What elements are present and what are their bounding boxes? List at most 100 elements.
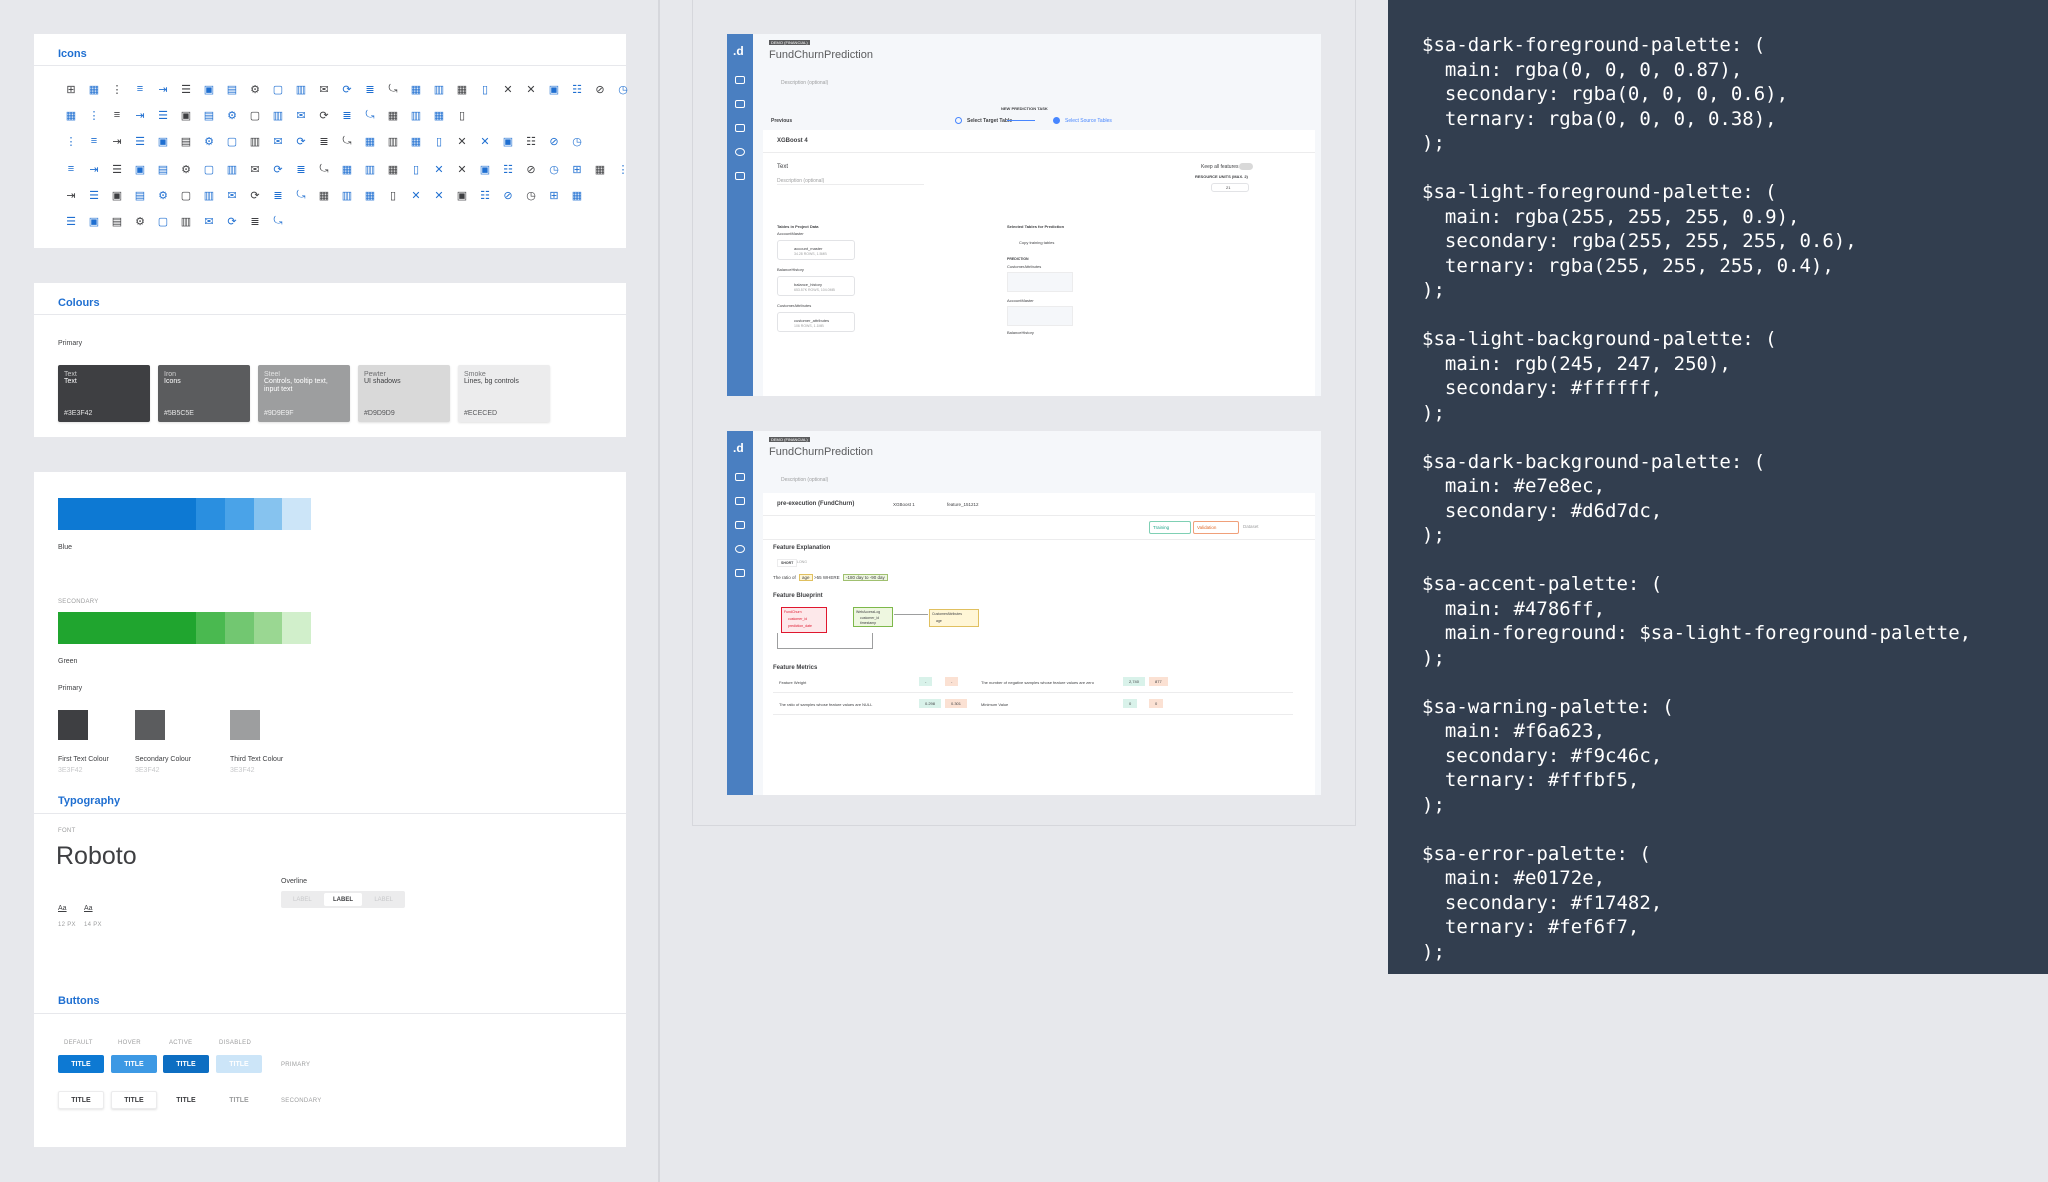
copy-training-link[interactable]: Copy training tables	[1019, 240, 1054, 245]
text-colour-row: First Text Colour 3E3F42 Secondary Colour 3…	[58, 710, 358, 774]
grid-icon: ▦	[88, 83, 100, 96]
caret-left-icon: ☰	[135, 135, 145, 148]
swatch-name: Steel	[264, 371, 280, 378]
selected-tables-title: Selected Tables for Prediction	[1007, 224, 1065, 229]
blueprint-node-1[interactable]: FundChurn customer_id prediction_date	[781, 607, 827, 633]
doc-icon: ✕	[480, 135, 490, 148]
table-blue-icon: ⊘	[503, 189, 513, 202]
doc-text-icon: ☷	[526, 135, 536, 148]
validation-tag[interactable]: Validation	[1193, 521, 1239, 534]
table-icon: ◷	[572, 135, 582, 148]
drop-zone-2[interactable]	[1007, 306, 1073, 326]
ring-icon: ▤	[134, 189, 146, 202]
sort-icon: ▥	[249, 135, 261, 148]
overline-tab-1[interactable]: LABEL	[283, 893, 322, 906]
where-text: >55 WHERE	[814, 575, 840, 580]
text-colour-square	[230, 710, 260, 740]
keep-all-toggle[interactable]	[1239, 163, 1253, 170]
folder-icon[interactable]	[735, 76, 745, 84]
dataset-label[interactable]: Dataset	[1243, 524, 1259, 529]
secondary-button-default[interactable]: TITLE	[58, 1091, 104, 1109]
blueprint-node-3[interactable]: CustomerAttributes age	[929, 609, 979, 627]
state-active: ACTIVE	[169, 1040, 193, 1046]
swatch-hex: #3E3F42	[64, 410, 93, 417]
blueprint-connector	[894, 614, 928, 615]
metric-train: 0.298	[919, 699, 942, 708]
palette-shade	[196, 612, 226, 644]
user-icon[interactable]	[735, 148, 745, 156]
table-card-1[interactable]: account_master 34.28 ROWS, 1.5MB	[777, 240, 855, 260]
primary-label: PRIMARY	[281, 1062, 311, 1068]
icons-card: Icons ⊞ ▦ ⋮ ≡ ⇥ ☰ ▣ ▤ ⚙ ▢ ▥ ✉ ⟳ ≣ ⤿ ▦ ▥ ▦ ▯ ✕ ✕ ▣ ☷ ⊘ ◷ ▦ ⋮ ≡ ⇥ ☰ ▣ ▤ ⚙ ▢…	[34, 34, 629, 248]
database-icon[interactable]	[735, 124, 745, 132]
user-settings-icon: ▢	[157, 215, 169, 228]
calendar-icon: ⟳	[319, 109, 329, 122]
green-palette-bar	[58, 612, 311, 644]
bar-chart-2-icon: ▢	[203, 163, 215, 176]
breadcrumb-1[interactable]: pre-execution (FundChurn)	[777, 501, 854, 507]
table-card-3[interactable]: customer_attributes 106 ROWS, 1.1MB	[777, 312, 855, 332]
feature-metrics-title: Feature Metrics	[773, 665, 818, 671]
grid-list-icon: ☰	[112, 163, 122, 176]
app-logo[interactable]: .d	[733, 441, 744, 455]
typography-title: Typography	[58, 795, 121, 807]
inbox-icon[interactable]	[735, 100, 745, 108]
previous-link[interactable]: Previous	[771, 118, 792, 124]
arrow-right-icon: ⟳	[296, 135, 306, 148]
primary-button-active[interactable]: TITLE	[163, 1055, 209, 1073]
step2-label[interactable]: Select Source Tables	[1065, 118, 1112, 124]
settings-icon[interactable]	[735, 172, 745, 180]
step1-label[interactable]: Select Target Table	[967, 118, 1012, 124]
crumb-divider	[763, 515, 1315, 516]
collapse-icon: ▦	[433, 109, 445, 122]
user-icon[interactable]	[735, 545, 745, 553]
overline-tab-2[interactable]: LABEL	[323, 893, 363, 906]
list-check-icon: ≣	[365, 83, 375, 96]
tags-divider	[763, 539, 1315, 540]
tab-short[interactable]: SHORT	[777, 559, 798, 567]
app-sidebar: .d	[727, 431, 753, 795]
metric-train: -	[919, 677, 933, 686]
table-card-2[interactable]: balance_history 653.57K ROWS, 104.0MB	[777, 276, 855, 296]
colour-swatch: Text Text #3E3F42	[58, 365, 150, 422]
prediction-task-screenshot: .d DEMO (FINANCIAL) FundChurnPrediction …	[727, 34, 1321, 396]
palette-shade	[196, 498, 226, 530]
location-icon: ☰	[89, 189, 99, 202]
breadcrumb-2[interactable]: XGBoost 1	[893, 502, 915, 507]
navigation-icon: ≣	[342, 109, 352, 122]
blueprint-node-2[interactable]: WebAccessLog customer_id timestamp	[853, 607, 893, 627]
secondary-button-active[interactable]: TITLE	[163, 1091, 209, 1109]
caret-up-icon: ▤	[180, 135, 192, 148]
selected-group-1: CustomerAttributes	[1007, 264, 1042, 269]
metric-train-2: 2,740	[1123, 677, 1146, 686]
breadcrumb-3[interactable]: feature_151212	[947, 502, 979, 507]
description-field[interactable]: Description (optional)	[777, 178, 925, 185]
app-sidebar: .d	[727, 34, 753, 396]
image-frame-icon: ✉	[250, 163, 260, 176]
drag-icon: ▦	[594, 163, 606, 176]
metrics-row: The ratio of samples whose feature value…	[773, 697, 1293, 715]
secondary-button-hover[interactable]: TITLE	[111, 1091, 157, 1109]
text-colour-hex: 3E3F42	[230, 767, 255, 774]
primary-button-default[interactable]: TITLE	[58, 1055, 104, 1073]
copy-icon: ≡	[113, 109, 121, 121]
overline-tab-3[interactable]: LABEL	[364, 893, 403, 906]
state-disabled: DISABLED	[219, 1040, 252, 1046]
colours-primary-label: Primary	[58, 340, 83, 347]
feature-detail-screenshot: .d DEMO (FINANCIAL) FundChurnPrediction …	[727, 431, 1321, 795]
drop-zone-1[interactable]	[1007, 272, 1073, 292]
plus-icon: ≡	[90, 135, 98, 147]
swatch-hex: #ECECED	[464, 410, 498, 417]
palette-shade	[58, 498, 197, 530]
search-icon: ▢	[249, 109, 261, 122]
metrics-row: Feature Weight - - The number of negative s…	[773, 675, 1293, 693]
settings-icon[interactable]	[735, 569, 745, 577]
training-tag[interactable]: Training	[1149, 521, 1191, 534]
database-icon[interactable]	[735, 521, 745, 529]
inbox-icon[interactable]	[735, 497, 745, 505]
primary-button-hover[interactable]: TITLE	[111, 1055, 157, 1073]
folder-icon[interactable]	[735, 473, 745, 481]
tab-long[interactable]: LONG	[797, 560, 807, 564]
app-logo[interactable]: .d	[733, 44, 744, 58]
resource-units-stepper[interactable]: 21	[1211, 183, 1249, 192]
